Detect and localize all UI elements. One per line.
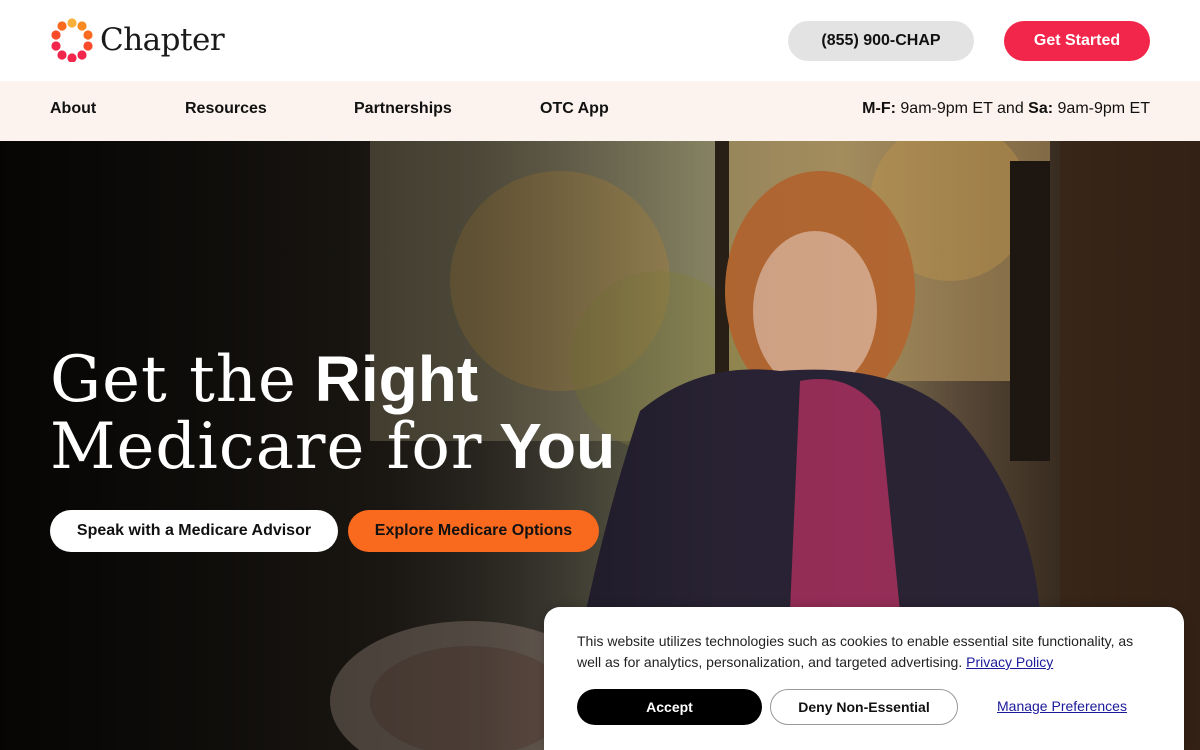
deny-cookies-button[interactable]: Deny Non-Essential [770, 689, 958, 725]
hours-saturday-time: 9am-9pm ET [1057, 100, 1150, 117]
brand-name: Chapter [100, 22, 225, 58]
nav-item-about[interactable]: About [50, 100, 96, 118]
brand-logo[interactable]: Chapter [50, 18, 225, 62]
site-header: Chapter (855) 900-CHAP Get Started [0, 0, 1200, 81]
headline-line1-bold: Right [314, 343, 479, 415]
manage-preferences-link[interactable]: Manage Preferences [997, 698, 1127, 714]
hero-headline: Get the Right Medicare for You [50, 346, 615, 480]
privacy-policy-link[interactable]: Privacy Policy [966, 654, 1053, 670]
headline-line2-bold: You [499, 410, 616, 482]
nav-item-otc-app[interactable]: OTC App [540, 100, 609, 118]
hours-saturday-label: Sa: [1028, 100, 1054, 117]
accept-cookies-button[interactable]: Accept [577, 689, 762, 725]
speak-advisor-button[interactable]: Speak with a Medicare Advisor [50, 510, 338, 552]
business-hours: M-F: 9am-9pm ET and Sa: 9am-9pm ET [862, 100, 1150, 118]
cookie-message: This website utilizes technologies such … [577, 631, 1157, 673]
headline-line2-light: Medicare for [50, 410, 483, 484]
headline-line1-light: Get the [50, 343, 297, 417]
phone-button[interactable]: (855) 900-CHAP [788, 21, 974, 61]
main-nav: About Resources Partnerships OTC App M-F… [0, 81, 1200, 141]
chapter-logo-icon [51, 18, 93, 62]
nav-item-resources[interactable]: Resources [185, 100, 267, 118]
hours-weekday-time: 9am-9pm ET and [900, 100, 1024, 117]
explore-options-button[interactable]: Explore Medicare Options [348, 510, 599, 552]
nav-item-partnerships[interactable]: Partnerships [354, 100, 452, 118]
get-started-button[interactable]: Get Started [1004, 21, 1150, 61]
cookie-banner: This website utilizes technologies such … [544, 607, 1184, 750]
hours-weekday-label: M-F: [862, 100, 896, 117]
